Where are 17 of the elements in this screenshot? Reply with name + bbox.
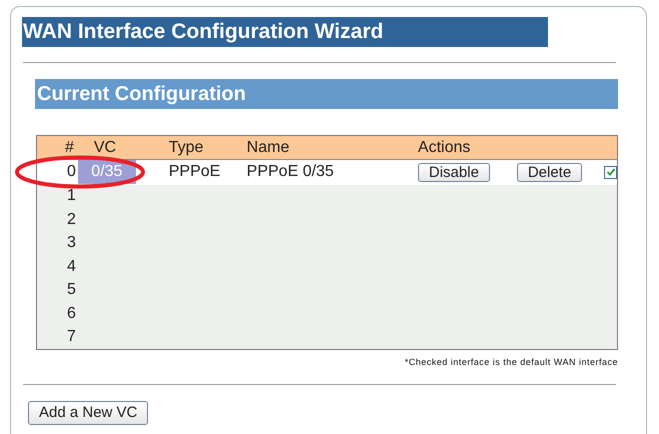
row-number: 7 — [66, 328, 76, 345]
disable-button[interactable]: Disable — [418, 162, 490, 182]
default-checkbox[interactable] — [604, 166, 617, 179]
row-number: 0 — [66, 163, 76, 180]
row-number: 5 — [66, 281, 76, 298]
type-cell: PPPoE — [168, 163, 220, 180]
row-number: 3 — [66, 234, 76, 252]
delete-button[interactable]: Delete — [516, 162, 582, 182]
footnote: *Checked interface is the default WAN interface — [404, 356, 618, 366]
row-number: 2 — [66, 210, 76, 228]
row-number: 1 — [66, 187, 76, 204]
section-title: Current Configuration — [35, 79, 618, 109]
page-title: WAN Interface Configuration Wizard — [22, 17, 548, 47]
row-number: 6 — [66, 304, 76, 322]
add-vc-button[interactable]: Add a New VC — [28, 400, 148, 424]
row-number: 4 — [66, 258, 76, 275]
name-cell: PPPoE 0/35 — [246, 163, 334, 180]
